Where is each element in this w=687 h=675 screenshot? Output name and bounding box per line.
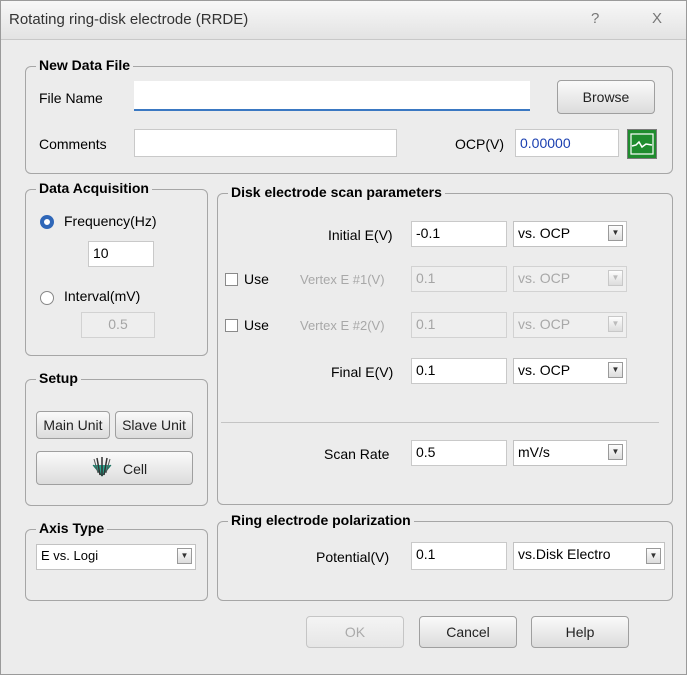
cell-button[interactable]: Cell (36, 451, 193, 485)
electrode-cell-icon (89, 455, 115, 484)
chevron-down-icon[interactable]: ▼ (608, 316, 623, 332)
rrde-dialog: Rotating ring-disk electrode (RRDE) ? X … (0, 0, 687, 675)
interval-input[interactable]: 0.5 (81, 312, 155, 338)
window-title: Rotating ring-disk electrode (RRDE) (9, 11, 249, 28)
chevron-down-icon[interactable]: ▼ (177, 548, 192, 564)
scan-divider (221, 422, 659, 423)
file-name-input[interactable] (134, 81, 530, 111)
vertex2-ref-value: vs. OCP (518, 316, 571, 332)
axis-type-legend: Axis Type (36, 520, 108, 536)
chevron-down-icon[interactable]: ▼ (608, 270, 623, 286)
interval-radio[interactable] (40, 291, 54, 305)
main-unit-button[interactable]: Main Unit (36, 411, 110, 439)
frequency-radio[interactable] (40, 215, 54, 229)
comments-input[interactable] (134, 129, 397, 157)
scan-rate-unit-select[interactable]: mV/s ▼ (513, 440, 627, 466)
file-name-label: File Name (39, 90, 103, 106)
vertex2-input[interactable]: 0.1 (411, 312, 507, 338)
final-e-input[interactable]: 0.1 (411, 358, 507, 384)
new-data-file-legend: New Data File (36, 57, 134, 73)
final-ref-select[interactable]: vs. OCP ▼ (513, 358, 627, 384)
data-acquisition-legend: Data Acquisition (36, 180, 152, 196)
final-ref-value: vs. OCP (518, 362, 571, 378)
potential-ref-select[interactable]: vs.Disk Electro ▼ (513, 542, 665, 570)
scan-rate-unit-value: mV/s (518, 444, 550, 460)
scan-rate-input[interactable]: 0.5 (411, 440, 507, 466)
chart-icon[interactable] (627, 129, 657, 159)
disk-scan-legend: Disk electrode scan parameters (228, 184, 445, 200)
vertex2-ref-select[interactable]: vs. OCP ▼ (513, 312, 627, 338)
initial-e-label: Initial E(V) (328, 227, 393, 243)
vertex1-input[interactable]: 0.1 (411, 266, 507, 292)
initial-e-input[interactable]: -0.1 (411, 221, 507, 247)
use-vertex1-label: Use (244, 271, 269, 287)
chevron-down-icon[interactable]: ▼ (608, 444, 623, 460)
vertex1-ref-select[interactable]: vs. OCP ▼ (513, 266, 627, 292)
frequency-label: Frequency(Hz) (64, 213, 157, 229)
scan-rate-label: Scan Rate (324, 446, 390, 462)
vertex1-ref-value: vs. OCP (518, 270, 571, 286)
final-e-label: Final E(V) (331, 364, 394, 380)
interval-label: Interval(mV) (64, 288, 141, 304)
help-icon[interactable]: ? (591, 10, 599, 27)
cell-label: Cell (123, 461, 148, 477)
initial-ref-select[interactable]: vs. OCP ▼ (513, 221, 627, 247)
potential-input[interactable]: 0.1 (411, 542, 507, 570)
ocp-label: OCP(V) (455, 136, 504, 152)
ok-button[interactable]: OK (306, 616, 404, 648)
comments-label: Comments (39, 136, 107, 152)
chevron-down-icon[interactable]: ▼ (608, 362, 623, 378)
close-icon[interactable]: X (652, 10, 662, 27)
ocp-value-field[interactable]: 0.00000 (515, 129, 619, 157)
browse-button[interactable]: Browse (557, 80, 655, 114)
use-vertex2-checkbox[interactable] (225, 319, 238, 332)
ring-polarization-legend: Ring electrode polarization (228, 512, 414, 528)
axis-type-value: E vs. Logi (41, 548, 99, 563)
chevron-down-icon[interactable]: ▼ (608, 225, 623, 241)
potential-label: Potential(V) (316, 549, 390, 565)
setup-legend: Setup (36, 370, 81, 386)
axis-type-select[interactable]: E vs. Logi ▼ (36, 544, 196, 570)
help-button[interactable]: Help (531, 616, 629, 648)
title-bar: Rotating ring-disk electrode (RRDE) ? X (1, 1, 686, 40)
vertex2-label: Vertex E #2(V) (300, 318, 385, 333)
use-vertex2-label: Use (244, 317, 269, 333)
cancel-button[interactable]: Cancel (419, 616, 517, 648)
potential-ref-value: vs.Disk Electro (518, 546, 611, 562)
slave-unit-button[interactable]: Slave Unit (115, 411, 193, 439)
use-vertex1-checkbox[interactable] (225, 273, 238, 286)
chevron-down-icon[interactable]: ▼ (646, 548, 661, 564)
setup-group: Setup (25, 370, 208, 506)
vertex1-label: Vertex E #1(V) (300, 272, 385, 287)
initial-ref-value: vs. OCP (518, 225, 571, 241)
frequency-input[interactable]: 10 (88, 241, 154, 267)
